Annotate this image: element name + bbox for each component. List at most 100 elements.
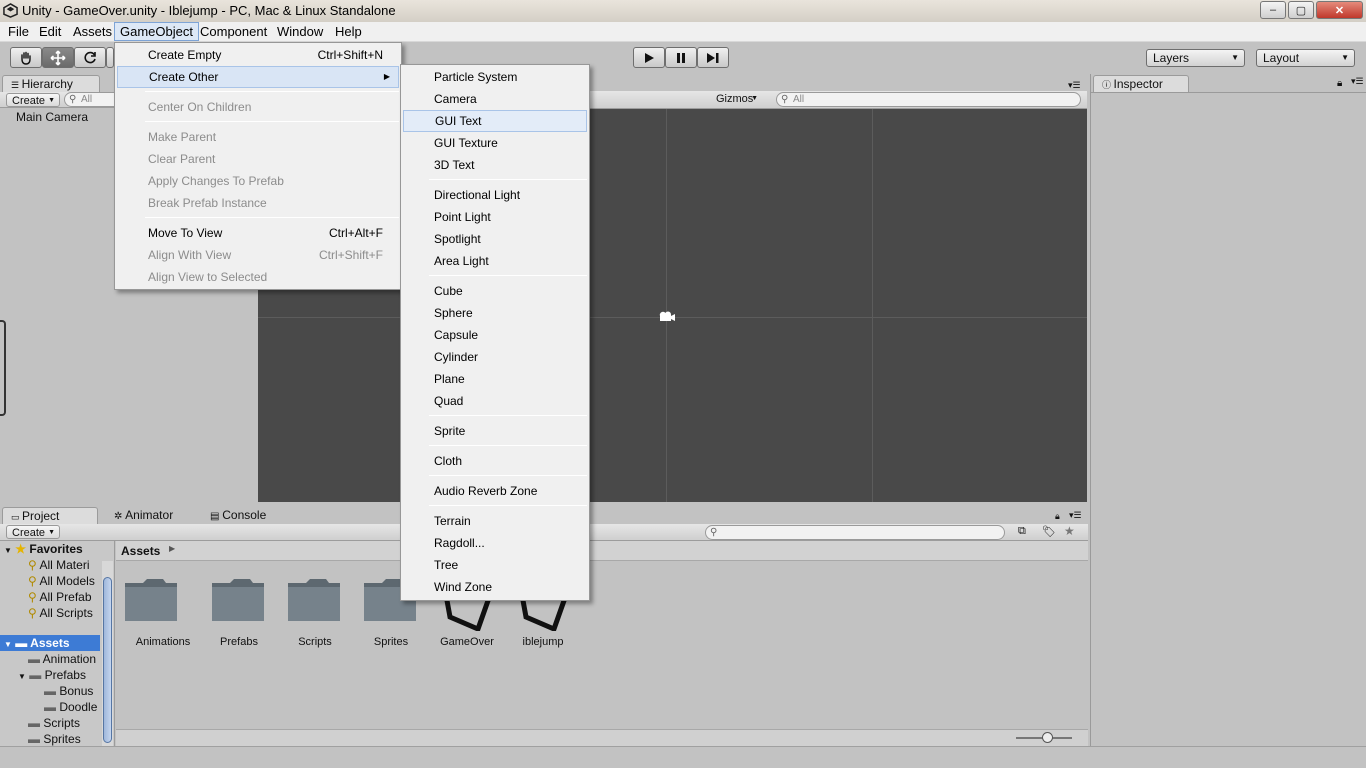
close-button[interactable]: ✕ [1316, 1, 1363, 19]
menu-item-quad[interactable]: Quad [403, 390, 587, 412]
menu-item-point-light[interactable]: Point Light [403, 206, 587, 228]
menu-item-wind-zone[interactable]: Wind Zone [403, 576, 587, 598]
move-tool-button[interactable] [42, 47, 74, 68]
menu-item-particle-system[interactable]: Particle System [403, 66, 587, 88]
menu-item-gui-texture[interactable]: GUI Texture [403, 132, 587, 154]
panel-edge [0, 320, 6, 416]
menu-separator [429, 445, 587, 446]
camera-gizmo-icon[interactable] [658, 310, 676, 324]
lock-icon[interactable]: 🔒︎ [1337, 78, 1342, 89]
minimize-button[interactable]: – [1260, 1, 1286, 19]
gameobject-menu: Create Empty Ctrl+Shift+N Create Other ▶ Cen… [114, 42, 402, 290]
menu-file[interactable]: File [3, 22, 34, 41]
tab-hierarchy[interactable]: ☰ Hierarchy [2, 75, 100, 92]
chevron-right-icon: ▶ [169, 544, 176, 553]
menu-item-cube[interactable]: Cube [403, 280, 587, 302]
panel-menu-icon[interactable]: ▾☰ [1068, 80, 1081, 91]
menu-separator [429, 475, 587, 476]
play-button[interactable] [633, 47, 665, 68]
layout-dropdown[interactable]: Layout ▼ [1256, 49, 1355, 67]
menu-item-directional-light[interactable]: Directional Light [403, 184, 587, 206]
favorites-header[interactable]: ▼ ★ Favorites [4, 541, 83, 557]
menu-item-align-view-to-selected: Align View to Selected [148, 270, 268, 284]
menu-item-ragdoll[interactable]: Ragdoll... [403, 532, 587, 554]
menu-item-camera[interactable]: Camera [403, 88, 587, 110]
tree-folder[interactable]: ▬ Doodle [44, 699, 97, 715]
favorite-item[interactable]: ⚲ All Models [28, 573, 95, 589]
hierarchy-create-dropdown[interactable]: Create ▼ [6, 93, 61, 107]
menu-edit[interactable]: Edit [34, 22, 66, 41]
menu-help[interactable]: Help [330, 22, 367, 41]
filter-label-icon[interactable]: 🏷︎ [1042, 525, 1056, 538]
folder-icon: ▬ [44, 700, 56, 714]
project-create-dropdown[interactable]: Create ▼ [6, 525, 61, 539]
menu-gameobject[interactable]: GameObject [114, 22, 199, 41]
rotate-tool-button[interactable] [74, 47, 106, 68]
menu-item-terrain[interactable]: Terrain [403, 510, 587, 532]
breadcrumb-assets[interactable]: Assets [121, 544, 160, 558]
scrollbar-thumb[interactable] [103, 577, 112, 743]
menu-item-move-to-view[interactable]: Move To View Ctrl+Alt+F [117, 222, 399, 244]
tree-folder[interactable]: ▼ ▬ Prefabs [18, 667, 86, 683]
folder-icon [125, 579, 177, 621]
menu-item-gui-text[interactable]: GUI Text [403, 110, 587, 132]
asset-folder[interactable] [286, 577, 342, 626]
favorite-item[interactable]: ⚲ All Prefab [28, 589, 92, 605]
menu-item-3d-text[interactable]: 3D Text [403, 154, 587, 176]
menu-item-sprite[interactable]: Sprite [403, 420, 587, 442]
tree-folder[interactable]: ▬ Scripts [28, 715, 80, 731]
menu-item-spotlight[interactable]: Spotlight [403, 228, 587, 250]
favorite-item[interactable]: ⚲ All Scripts [28, 605, 93, 621]
menu-item-capsule[interactable]: Capsule [403, 324, 587, 346]
menu-item-audio-reverb-zone[interactable]: Audio Reverb Zone [403, 480, 587, 502]
menu-separator [145, 91, 399, 92]
chevron-down-icon: ▼ [1341, 53, 1349, 62]
menu-component[interactable]: Component [195, 22, 272, 41]
filter-type-icon[interactable]: ⧉ [1018, 525, 1026, 538]
menu-item-center-on-children: Center On Children [148, 100, 252, 114]
scene-search-input[interactable]: All [776, 92, 1081, 107]
tab-animator[interactable]: ✲ Animator [106, 507, 196, 524]
favorite-star-icon[interactable]: ★ [1064, 524, 1075, 538]
tree-scrollbar[interactable] [102, 561, 113, 746]
panel-menu-icon[interactable]: ▾☰ [1069, 510, 1082, 521]
tab-console[interactable]: ▤ Console [202, 507, 292, 524]
tree-folder[interactable]: ▬ Bonus [44, 683, 93, 699]
search-icon: ⚲ [28, 606, 37, 620]
asset-label: Animations [135, 636, 191, 648]
assets-tree-root[interactable]: ▼ ▬ Assets [0, 635, 100, 651]
project-search-input[interactable] [705, 525, 1005, 540]
menu-item-cloth[interactable]: Cloth [403, 450, 587, 472]
menu-item-create-other[interactable]: Create Other ▶ [117, 66, 399, 88]
tab-inspector[interactable]: ⓘ Inspector [1093, 75, 1189, 92]
panel-menu-icon[interactable]: ▾☰ [1351, 76, 1364, 87]
tab-project[interactable]: ▭ Project [2, 507, 98, 524]
maximize-button[interactable]: ▢ [1288, 1, 1314, 19]
lock-icon[interactable]: 🔒︎ [1055, 511, 1060, 522]
folder-icon [212, 579, 264, 621]
hand-tool-button[interactable] [10, 47, 42, 68]
layers-dropdown[interactable]: Layers ▼ [1146, 49, 1245, 67]
menu-item-tree[interactable]: Tree [403, 554, 587, 576]
tree-folder[interactable]: ▬ Animation [28, 651, 96, 667]
menu-item-cylinder[interactable]: Cylinder [403, 346, 587, 368]
menu-window[interactable]: Window [272, 22, 328, 41]
pause-button[interactable] [665, 47, 697, 68]
tree-folder[interactable]: ▬ Sprites [28, 731, 81, 747]
hierarchy-item-main-camera[interactable]: Main Camera [16, 109, 88, 125]
menu-item-plane[interactable]: Plane [403, 368, 587, 390]
asset-folder[interactable] [210, 577, 266, 626]
favorite-item[interactable]: ⚲ All Materi [28, 557, 89, 573]
zoom-slider-thumb[interactable] [1042, 732, 1053, 743]
asset-folder[interactable] [123, 577, 179, 626]
unity-logo-icon [3, 3, 18, 18]
menu-item-sphere[interactable]: Sphere [403, 302, 587, 324]
menu-assets[interactable]: Assets [68, 22, 117, 41]
project-tree: ▼ ★ Favorites ⚲ All Materi ⚲ All Models … [0, 541, 115, 746]
menu-item-create-empty[interactable]: Create Empty Ctrl+Shift+N [117, 44, 399, 66]
menu-item-area-light[interactable]: Area Light [403, 250, 587, 272]
step-button[interactable] [697, 47, 729, 68]
scale-tool-button[interactable] [106, 47, 114, 68]
folder-icon: ▬ [28, 652, 40, 666]
gizmos-dropdown[interactable]: Gizmos ▼ [712, 92, 762, 106]
